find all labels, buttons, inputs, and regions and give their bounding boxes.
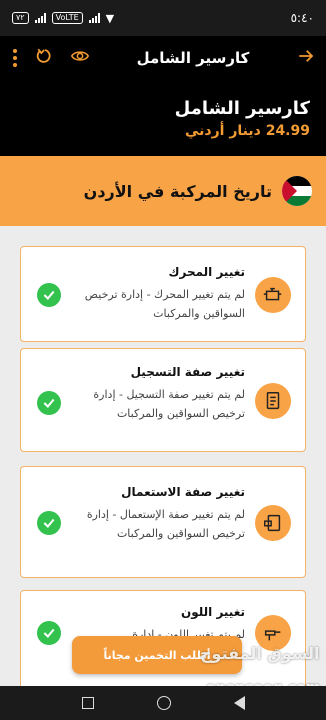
eye-icon[interactable] [70,47,90,69]
usage-document-icon [255,505,291,541]
report-title: كارسير الشامل [174,98,310,119]
card-title: تغيير صفة التسجيل [130,365,245,379]
card-description: لم يتم تغيير صفة التسجيل - إدارة ترخيص ا… [93,388,245,420]
watermark-text: السوق المفتوح [200,644,320,663]
card-title: تغيير صفة الاستعمال [121,485,245,499]
back-icon[interactable] [233,696,245,710]
more-menu-icon[interactable] [10,49,20,67]
status-bar: ٧٢ VoLTE ▼ ٥:٤٠ [0,0,326,36]
card-text: تغيير المحرك لم يتم تغيير المحرك - إدارة… [75,265,245,323]
forward-arrow-icon[interactable] [296,47,316,69]
volte-badge: VoLTE [51,12,83,24]
history-card-engine: تغيير المحرك لم يتم تغيير المحرك - إدارة… [20,246,306,342]
card-title: تغيير اللون [180,605,245,619]
check-icon [37,283,61,307]
history-card-registration: تغيير صفة التسجيل لم يتم تغيير صفة التسج… [20,348,306,452]
check-icon [37,391,61,415]
signal-icon [34,13,46,23]
jordan-flag-icon [282,176,312,206]
report-price: 24.99 دينار أردني [185,123,310,139]
app-bar: كارسير الشامل [0,36,326,80]
check-icon [37,511,61,535]
document-icon [255,383,291,419]
status-time: ٥:٤٠ [290,11,314,25]
home-icon[interactable] [156,696,171,710]
section-title: تاريخ المركبة في الأردن [83,181,272,201]
report-hero: كارسير الشامل 24.99 دينار أردني [0,80,326,156]
card-description: لم يتم تغيير المحرك - إدارة ترخيص السواق… [84,288,245,320]
card-title: تغيير المحرك [168,265,246,279]
network-badge: ٧٢ [12,12,29,24]
status-indicators: ٧٢ VoLTE ▼ [12,12,114,25]
app-bar-actions [10,47,90,69]
recent-apps-icon[interactable] [81,697,94,709]
history-card-usage: تغيير صفة الاستعمال لم يتم تغيير صفة الإ… [20,466,306,578]
check-icon [37,621,61,645]
engine-icon [255,277,291,313]
section-header: تاريخ المركبة في الأردن [0,156,326,226]
system-nav-bar [0,686,326,720]
app-bar-title: كارسير الشامل [136,49,250,67]
signal-icon-2 [88,13,100,23]
card-text: تغيير صفة الاستعمال لم يتم تغيير صفة الإ… [75,485,245,543]
refresh-icon[interactable] [36,47,54,69]
wifi-icon: ▼ [105,11,115,25]
card-text: تغيير صفة التسجيل لم يتم تغيير صفة التسج… [75,365,245,423]
card-description: لم يتم تغيير صفة الإستعمال - إدارة ترخيص… [86,508,245,540]
